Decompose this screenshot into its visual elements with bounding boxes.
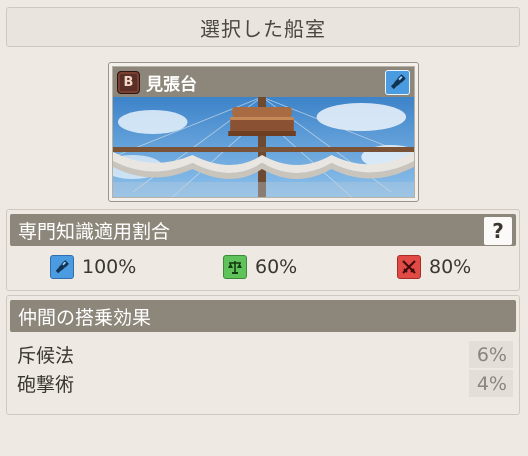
- cabin-header: B 見張台: [113, 67, 414, 97]
- rank-b-icon: B: [117, 70, 140, 94]
- crows-nest-illustration: [113, 97, 414, 197]
- help-button[interactable]: ?: [483, 216, 513, 246]
- crew-effect-value: 4%: [469, 370, 513, 397]
- scales-icon: [223, 255, 247, 279]
- crew-effect-row: 砲撃術 4%: [10, 369, 516, 398]
- expertise-rates: 100% 60% 80%: [7, 246, 519, 286]
- page-title: 選択した船室: [200, 16, 326, 41]
- cabin-name: 見張台: [146, 74, 197, 95]
- expertise-title: 専門知識適用割合: [18, 220, 171, 243]
- rate-swords: 80%: [397, 255, 471, 279]
- crossed-swords-icon: [397, 255, 421, 279]
- selected-cabin-title: 選択した船室: [6, 7, 520, 47]
- rate-spyglass-value: 100%: [82, 256, 137, 278]
- cabin-card[interactable]: B 見張台: [108, 62, 419, 202]
- expertise-header: 専門知識適用割合 ?: [10, 214, 516, 246]
- help-button-label: ?: [492, 219, 504, 243]
- crew-effect-value: 6%: [469, 341, 513, 368]
- spyglass-icon: [385, 69, 410, 95]
- crew-effects-panel: 仲間の搭乗効果 斥候法 6% 砲撃術 4%: [6, 295, 520, 415]
- expertise-panel: 専門知識適用割合 ? 100% 60% 80%: [6, 209, 520, 291]
- cabin-rank: B: [123, 74, 134, 90]
- rate-scales: 60%: [223, 255, 297, 279]
- spyglass-icon: [50, 255, 74, 279]
- crew-effect-name: 砲撃術: [17, 374, 75, 396]
- crew-effects-title: 仲間の搭乗効果: [18, 306, 152, 329]
- rate-scales-value: 60%: [255, 256, 298, 278]
- rate-spyglass: 100%: [50, 255, 136, 279]
- cabin-card-inner: B 見張台: [112, 66, 415, 198]
- crew-effect-name: 斥候法: [17, 345, 75, 367]
- crew-effects-header: 仲間の搭乗効果: [10, 300, 516, 332]
- crew-effect-row: 斥候法 6%: [10, 340, 516, 369]
- rate-swords-value: 80%: [429, 256, 472, 278]
